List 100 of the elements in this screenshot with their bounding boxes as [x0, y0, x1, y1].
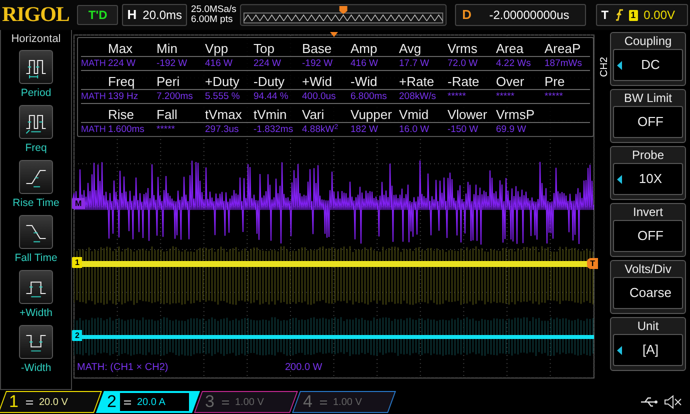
measure-button[interactable]: +Width — [1, 270, 71, 322]
measurement-value: 4.88kW$^{2}$ — [302, 123, 340, 137]
dc-coupling-icon — [320, 400, 328, 404]
measurement-header: Vlower — [448, 107, 488, 122]
measurement-header: Freq — [108, 74, 136, 89]
measurement-value: -192 W — [156, 57, 188, 71]
sample-rate: 25.0MSa/s — [191, 5, 236, 15]
trigger-level-marker[interactable]: T — [587, 258, 598, 269]
usb-icon — [640, 397, 658, 407]
measurement-value: 17.7 W — [399, 57, 430, 71]
measurement-value: 6.800ms — [350, 90, 388, 104]
menu-title: Horizontal — [11, 32, 61, 47]
measurement-header: +Rate — [399, 74, 436, 89]
menu-softkey[interactable]: Invert OFF — [610, 203, 686, 257]
measurement-value: 139 Hz — [108, 90, 140, 104]
math-scale: 200.0 W — [285, 361, 322, 375]
dc-coupling-icon — [222, 400, 230, 404]
trigger-source: 1 — [628, 10, 638, 20]
measurement-value: 4.22 Ws — [496, 57, 532, 71]
measurement-value: 416 W — [205, 57, 234, 71]
measure-button[interactable]: Fall Time — [1, 214, 71, 266]
channel-tab[interactable]: 1 20.0 V — [0, 391, 102, 413]
measurement-header: Base — [302, 41, 333, 56]
measurement-header: VrmsP — [496, 107, 536, 122]
softkey-value: 10X — [638, 170, 664, 188]
delay-display[interactable]: D -2.00000000us — [455, 4, 586, 26]
measure-button[interactable]: Rise Time — [1, 160, 71, 212]
measurement-value: 400.0us — [302, 90, 337, 104]
measurement-value: ***** — [448, 90, 467, 104]
rising-edge-icon — [614, 9, 623, 21]
measurement-value: 224 W — [254, 57, 282, 71]
measurement-value: ***** — [544, 90, 564, 104]
softkey-title: Probe — [632, 147, 664, 163]
channel-tab[interactable]: 2 20.0 A — [96, 391, 200, 413]
menu-softkey[interactable]: Probe 10X — [610, 146, 686, 200]
softkey-title: Volts/Div — [624, 261, 672, 277]
menu-softkey[interactable]: Unit [A] — [610, 317, 686, 371]
logo: RIGOL — [2, 1, 70, 28]
measurement-header: Pre — [544, 74, 566, 89]
timebase-display[interactable]: H 20.0ms — [122, 4, 187, 26]
measurement-header: tVmin — [254, 107, 288, 122]
measurement-value: 69.9 W — [496, 123, 528, 137]
measurement-header: Area — [496, 41, 524, 56]
measure-button[interactable]: -Width — [1, 324, 71, 376]
measurement-value: 16.0 W — [399, 123, 430, 137]
measurement-value: -150 W — [448, 123, 480, 137]
delay-value: -2.00000000us — [489, 7, 570, 24]
timebase-value: 20.0ms — [142, 7, 182, 24]
channel-marker[interactable]: 1 — [72, 257, 82, 268]
measurement-header: AreaP — [544, 41, 582, 56]
softkey-title: Unit — [637, 318, 659, 334]
measurement-header: Fall — [156, 107, 178, 122]
measurement-value: ***** — [496, 90, 516, 104]
measurement-value: -1.832ms — [254, 123, 294, 137]
softkey-title: Coupling — [624, 33, 672, 49]
measurement-value: -192 W — [302, 57, 334, 71]
channel-marker[interactable]: M — [72, 198, 85, 209]
softkey-value: OFF — [636, 227, 664, 246]
dc-coupling-icon — [124, 400, 132, 404]
measurement-value: 182 W — [350, 123, 379, 137]
delay-label: D — [462, 6, 472, 24]
left-arrow-icon — [617, 346, 622, 354]
timebase-label: H — [127, 6, 137, 24]
menu-softkey[interactable]: Coupling DC — [610, 32, 686, 86]
measurement-header: -Duty — [254, 74, 286, 89]
mute-icon — [664, 395, 682, 409]
measure-button[interactable]: Freq — [1, 104, 71, 156]
measurement-header: +Duty — [205, 74, 240, 89]
measurement-header: Over — [496, 74, 526, 89]
softkey-value: OFF — [636, 113, 664, 132]
measure-button[interactable]: Period — [1, 50, 71, 102]
softkey-value: Coarse — [628, 284, 672, 302]
softkey-title: BW Limit — [624, 90, 672, 106]
softkey-title: Invert — [632, 204, 663, 220]
measurement-header: Min — [156, 41, 178, 56]
softkey-value: DC — [640, 56, 661, 74]
measurement-header: tVmax — [205, 107, 243, 122]
trigger-status: T'D — [77, 5, 118, 25]
trigger-display[interactable]: T 1 0.00V — [596, 4, 688, 26]
measurement-header: Avg — [399, 41, 422, 56]
menu-softkey[interactable]: Volts/Div Coarse — [610, 260, 686, 314]
measurement-header: Peri — [156, 74, 181, 89]
menu-softkey[interactable]: BW Limit OFF — [610, 89, 686, 143]
measurement-header: Vari — [302, 107, 326, 122]
measurement-header: Top — [254, 41, 276, 56]
measurement-header: Rise — [108, 107, 136, 122]
measurement-header: -Wid — [350, 74, 378, 89]
channel-marker[interactable]: 2 — [72, 330, 82, 341]
measurement-value: 72.0 W — [448, 57, 479, 71]
measurement-header: Vupper — [350, 107, 393, 122]
measurement-header: -Rate — [448, 74, 480, 89]
measurement-source: MATH — [81, 90, 107, 104]
trigger-label: T — [601, 7, 609, 24]
measurement-header: Vmid — [399, 107, 430, 122]
measurement-value: 297.3us — [205, 123, 240, 137]
measurement-value: 7.200ms — [156, 90, 194, 104]
measurement-value: 94.44 % — [254, 90, 290, 104]
measurement-value: 1.600ms — [108, 123, 146, 137]
math-expression: MATH: (CH1 × CH2) — [77, 361, 168, 375]
measurement-value: 187mWs — [544, 57, 583, 71]
